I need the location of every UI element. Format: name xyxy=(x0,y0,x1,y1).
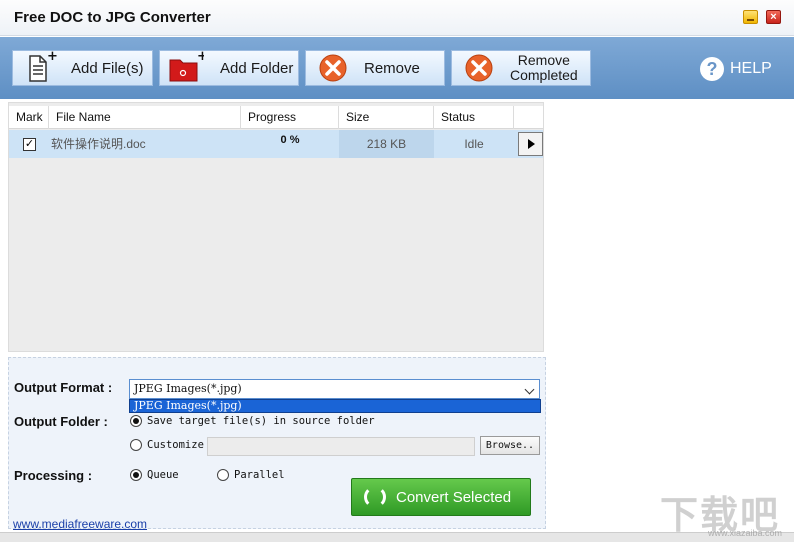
remove-completed-label-1: Remove xyxy=(517,52,570,68)
remove-completed-label-2: Completed xyxy=(510,67,578,83)
output-format-label: Output Format : xyxy=(14,380,113,395)
output-folder-label: Output Folder : xyxy=(14,414,108,429)
watermark-url: www.xiazaiba.com xyxy=(708,528,783,538)
column-size[interactable]: Size xyxy=(339,106,434,129)
website-link[interactable]: www.mediafreeware.com xyxy=(13,517,147,531)
remove-completed-icon xyxy=(452,51,496,85)
window-title: Free DOC to JPG Converter xyxy=(14,9,211,26)
row-file-name: 软件操作说明.doc xyxy=(51,137,146,151)
title-bar: Free DOC to JPG Converter × xyxy=(0,0,794,36)
column-file-name[interactable]: File Name xyxy=(49,106,241,129)
dropdown-option[interactable]: JPEG Images(*.jpg) xyxy=(129,399,541,413)
add-folder-label: Add Folder xyxy=(220,59,294,77)
right-pane xyxy=(546,102,792,530)
remove-button[interactable]: Remove xyxy=(305,50,445,86)
save-in-source-radio[interactable] xyxy=(130,415,142,427)
help-button[interactable]: ? HELP xyxy=(700,57,772,81)
remove-completed-button[interactable]: Remove Completed xyxy=(451,50,591,86)
custom-folder-input[interactable] xyxy=(207,437,475,456)
remove-label: Remove xyxy=(364,59,420,77)
chevron-down-icon xyxy=(524,384,535,395)
add-files-label: Add File(s) xyxy=(71,59,144,77)
queue-label: Queue xyxy=(147,469,179,481)
browse-button[interactable]: Browse.. xyxy=(480,436,540,455)
parallel-radio[interactable] xyxy=(217,469,229,481)
remove-icon xyxy=(306,51,350,85)
column-progress[interactable]: Progress xyxy=(241,106,339,129)
column-mark[interactable]: Mark xyxy=(9,106,49,129)
help-label: HELP xyxy=(730,60,772,77)
play-arrow-icon[interactable] xyxy=(518,132,543,156)
convert-selected-button[interactable]: Convert Selected xyxy=(351,478,531,516)
file-list[interactable]: Mark File Name Progress Size Status ✓ 软件… xyxy=(8,102,544,352)
refresh-icon xyxy=(364,486,386,508)
parallel-label: Parallel xyxy=(234,469,285,481)
close-button[interactable]: × xyxy=(766,10,781,24)
table-row[interactable]: ✓ 软件操作说明.doc 0 % 218 KB Idle xyxy=(9,130,543,158)
folder-icon: + xyxy=(160,49,208,85)
row-progress: 0 % xyxy=(280,134,300,146)
toolbar: + Add File(s) + Add Folder Remove Remove… xyxy=(0,37,794,99)
svg-text:+: + xyxy=(47,51,57,64)
queue-radio[interactable] xyxy=(130,469,142,481)
customize-radio[interactable] xyxy=(130,439,142,451)
convert-selected-label: Convert Selected xyxy=(396,488,512,506)
output-format-select[interactable]: JPEG Images(*.jpg) xyxy=(129,379,540,399)
column-status[interactable]: Status xyxy=(434,106,514,129)
add-files-button[interactable]: + Add File(s) xyxy=(12,49,153,86)
svg-text:+: + xyxy=(197,51,204,64)
output-format-value: JPEG Images(*.jpg) xyxy=(134,382,242,395)
row-status: Idle xyxy=(464,137,484,151)
help-icon: ? xyxy=(700,57,724,81)
file-list-header: Mark File Name Progress Size Status xyxy=(9,106,543,129)
processing-label: Processing : xyxy=(14,468,93,483)
add-folder-button[interactable]: + Add Folder xyxy=(159,49,299,86)
minimize-button[interactable] xyxy=(743,10,758,24)
save-in-source-label: Save target file(s) in source folder xyxy=(147,415,375,427)
row-checkbox[interactable]: ✓ xyxy=(23,138,36,151)
add-document-icon: + xyxy=(13,49,58,85)
customize-label: Customize xyxy=(147,439,204,451)
row-size: 218 KB xyxy=(339,130,434,158)
